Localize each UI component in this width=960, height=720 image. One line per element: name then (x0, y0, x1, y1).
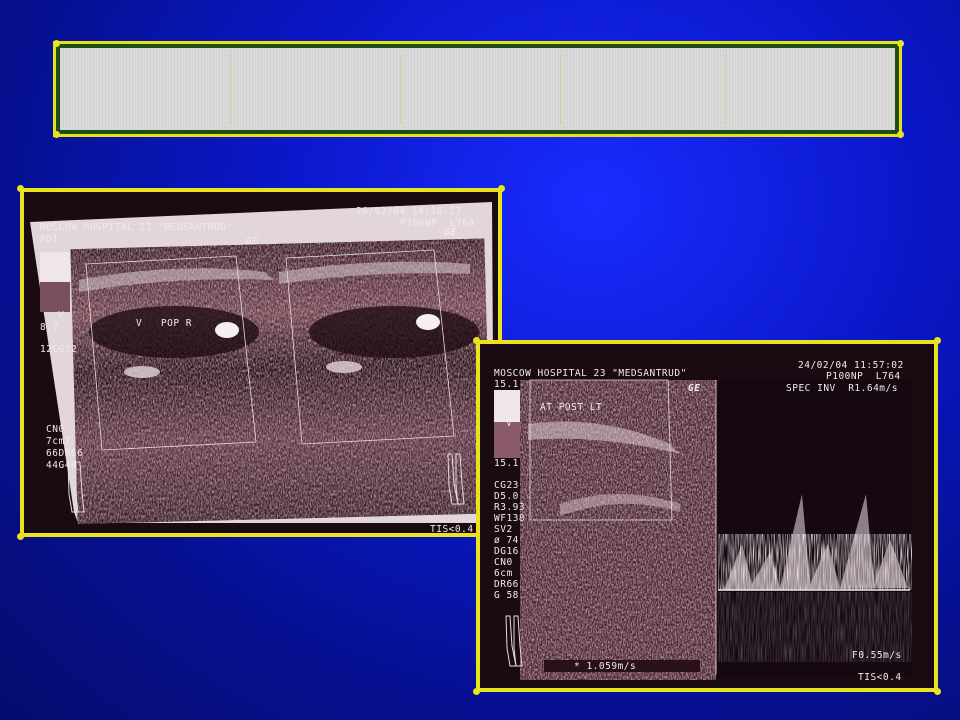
right-ultrasound-picture (480, 344, 934, 688)
left-hospital: MOSCOW HOSPITAL 23 "MEDSANTRUD" (40, 222, 233, 233)
right-param-7: CN0 (494, 557, 513, 568)
right-vessel-label: AT POST LT (540, 402, 603, 413)
right-param-1: D5.0 (494, 491, 519, 502)
frame-corner (473, 688, 480, 695)
left-datetime: 26/02/04 14:16:13 (356, 206, 462, 217)
left-ultrasound-image: 26/02/04 14:16:13 P100NP L764 MOSCOW HOS… (20, 188, 502, 537)
banner-title (60, 48, 895, 130)
right-ultrasound-image: 24/02/04 11:57:02 P100NP L764 MOSCOW HOS… (476, 340, 938, 692)
right-datetime: 24/02/04 11:57:02 (798, 360, 904, 371)
right-param-5: ø 74 (494, 535, 519, 546)
left-param-0: CN0 (46, 424, 65, 435)
left-param-1: 7cm7 (46, 436, 71, 447)
right-param-6: DG16 (494, 546, 519, 557)
frame-corner (934, 337, 941, 344)
banner-corner (53, 40, 60, 47)
right-hospital: MOSCOW HOSPITAL 23 "MEDSANTRUD" (494, 368, 687, 379)
left-brand: GE (246, 236, 259, 247)
right-param-8: 6cm (494, 568, 513, 579)
right-param-0: CG23 (494, 480, 519, 491)
frame-corner (498, 185, 505, 192)
frame-corner (473, 337, 480, 344)
title-banner (53, 41, 902, 137)
left-tis: TIS<0.4 (430, 524, 474, 535)
right-scale-label: V (506, 418, 513, 429)
right-probe: P100NP L764 (826, 371, 901, 382)
right-param-4: SV2 (494, 524, 513, 535)
banner-corner (897, 131, 904, 138)
left-scale-value: 8.7 (40, 322, 59, 333)
left-gain-code: 12CG12 (40, 344, 78, 355)
right-param-2: R3.93 (494, 502, 526, 513)
right-brand: GE (688, 383, 701, 394)
left-mode: PDI (40, 234, 59, 245)
frame-corner (17, 185, 24, 192)
frame-corner (934, 688, 941, 695)
right-param-3: WF138 (494, 513, 526, 524)
left-param-3: 44G44 (46, 460, 78, 471)
left-probe: P100NP L764 (400, 218, 475, 229)
right-scale-bottom: 15.1 (494, 458, 519, 469)
right-mode-info: SPEC INV R1.64m/s (786, 383, 898, 394)
banner-corner (53, 131, 60, 138)
right-param-9: DR66 (494, 579, 519, 590)
frame-corner (17, 533, 24, 540)
left-scale-label: V (58, 310, 65, 321)
banner-corner (897, 40, 904, 47)
right-param-10: G 58 (494, 590, 519, 601)
left-ultrasound-picture (24, 192, 498, 533)
left-brand-2: GE (444, 227, 457, 238)
right-f-value: F0.55m/s (852, 650, 902, 661)
right-velocity: * 1.059m/s (574, 661, 637, 672)
right-tis: TIS<0.4 (858, 672, 902, 683)
right-scale-top: 15.1 (494, 379, 519, 390)
left-param-2: 66DR66 (46, 448, 84, 459)
left-vessel-label: V POP R (136, 318, 192, 329)
